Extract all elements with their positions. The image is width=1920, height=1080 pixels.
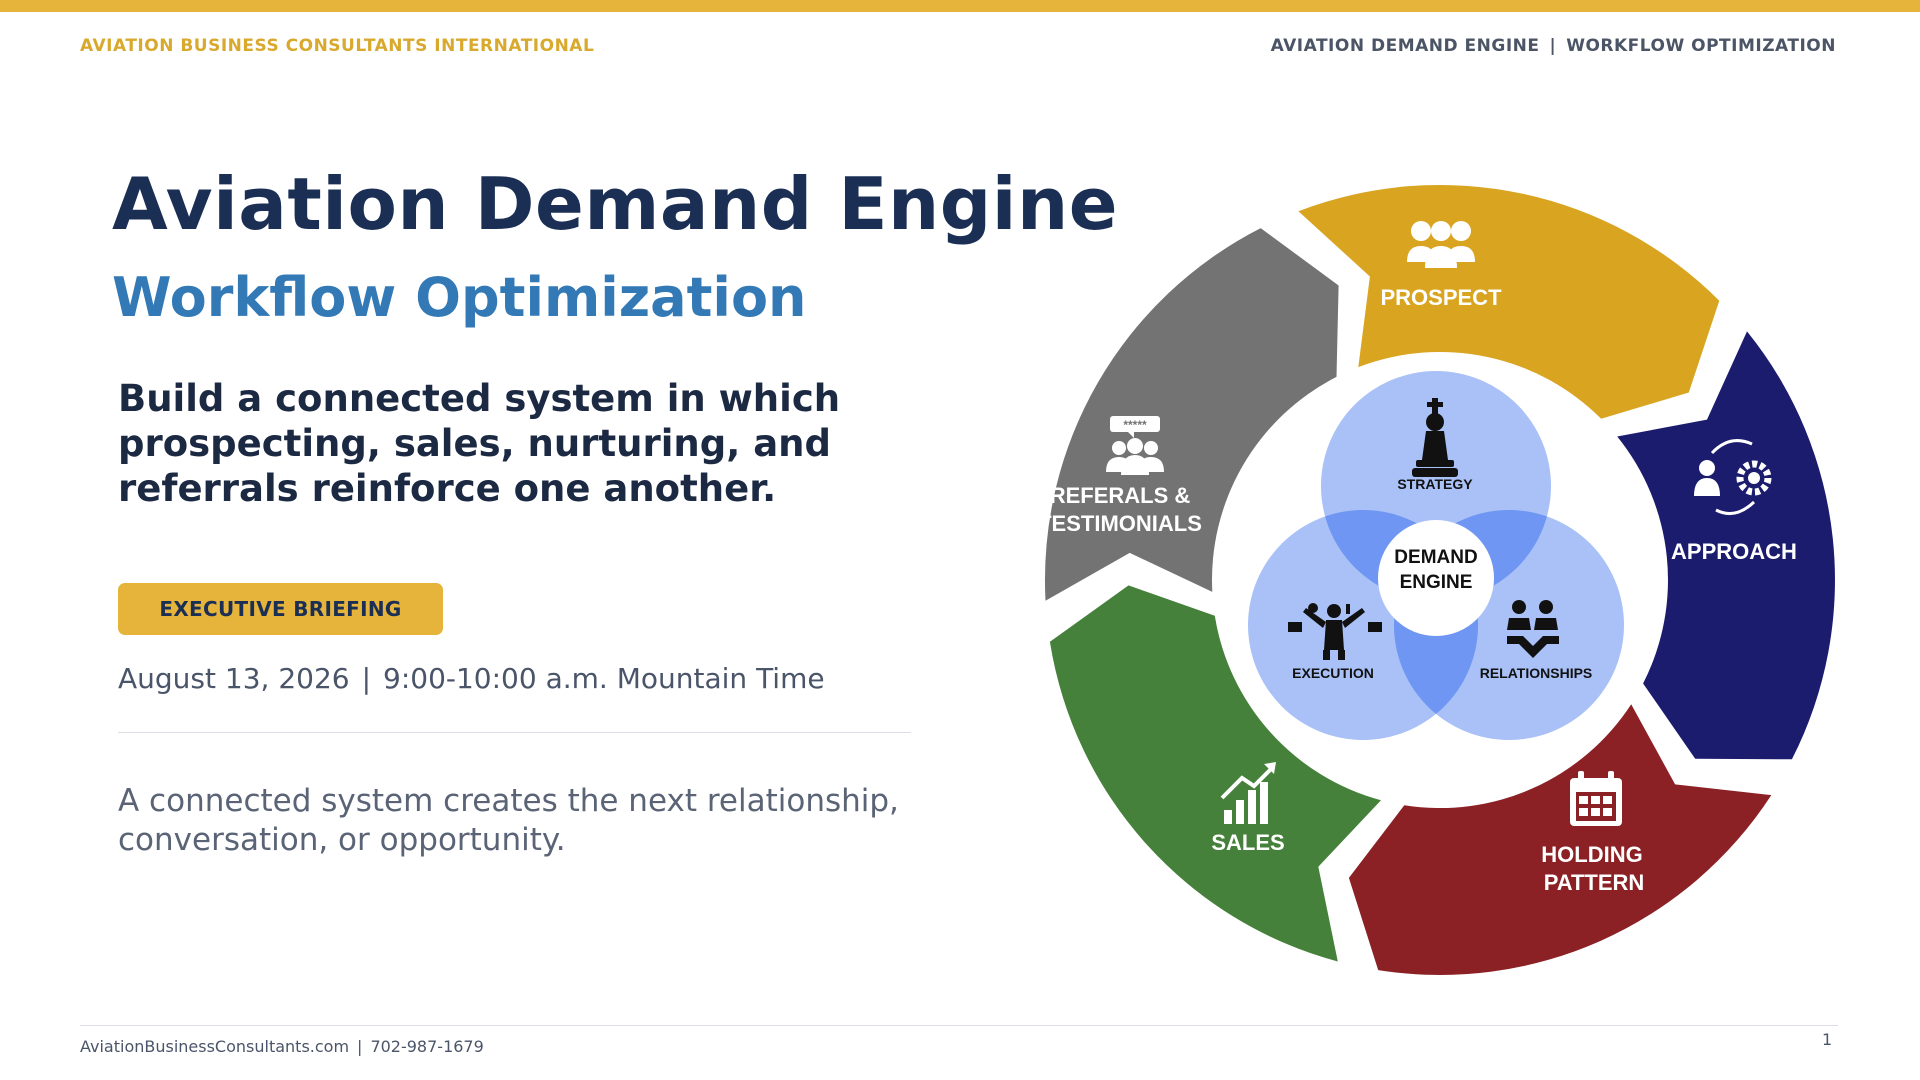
segment-label-referrals-2: TESTIMONIALS (1038, 511, 1202, 536)
segment-label-prospect: PROSPECT (1380, 285, 1502, 310)
company-name: AVIATION BUSINESS CONSULTANTS INTERNATIO… (80, 36, 595, 56)
center-label-line-1: DEMAND (1394, 547, 1477, 568)
section-name: WORKFLOW OPTIMIZATION (1566, 36, 1836, 56)
program-name: AVIATION DEMAND ENGINE (1270, 36, 1540, 56)
page-number: 1 (1822, 1030, 1833, 1049)
segment-label-sales: SALES (1211, 830, 1284, 855)
event-datetime: August 13, 2026 | 9:00-10:00 a.m. Mountain… (118, 662, 825, 695)
closing-statement: A connected system creates the next rela… (118, 783, 899, 858)
executive-briefing-badge: EXECUTIVE BRIEFING (118, 583, 443, 635)
footer-website[interactable]: AviationBusinessConsultants.com (80, 1037, 349, 1056)
datetime-separator: | (361, 662, 372, 695)
top-accent-bar (0, 0, 1920, 12)
execution-label: EXECUTION (1292, 665, 1374, 681)
center-label-line-2: ENGINE (1400, 572, 1473, 593)
rating-group-icon: ***** (1106, 416, 1164, 475)
footer-divider (80, 1025, 1838, 1026)
header-breadcrumb: AVIATION DEMAND ENGINE | WORKFLOW OPTIMIZA… (1271, 36, 1836, 56)
footer-contact: AviationBusinessConsultants.com | 702-987-… (80, 1037, 484, 1056)
strategy-label: STRATEGY (1397, 476, 1473, 492)
calendar-icon (1570, 771, 1622, 826)
demand-engine-diagram: DEMAND ENGINE STRATEGY EXECUTION RELATIO… (1038, 184, 1835, 975)
header-separator: | (1549, 36, 1557, 56)
divider (118, 732, 911, 733)
segment-label-approach: APPROACH (1671, 539, 1797, 564)
event-date: August 13, 2026 (118, 662, 350, 695)
page-title: Aviation Demand Engine (112, 162, 1119, 246)
lead-statement: Build a connected system in which prospe… (118, 377, 841, 510)
svg-text:*****: ***** (1123, 418, 1147, 432)
footer-separator: | (357, 1037, 363, 1056)
segment-label-referrals-1: REFERALS & (1050, 483, 1191, 508)
segment-label-holding-1: HOLDING (1541, 842, 1642, 867)
segment-label-holding-2: PATTERN (1544, 870, 1645, 895)
relationships-label: RELATIONSHIPS (1480, 665, 1593, 681)
event-time: 9:00-10:00 a.m. Mountain Time (383, 662, 825, 695)
footer-phone[interactable]: 702-987-1679 (370, 1037, 483, 1056)
page-subtitle: Workflow Optimization (112, 266, 807, 329)
